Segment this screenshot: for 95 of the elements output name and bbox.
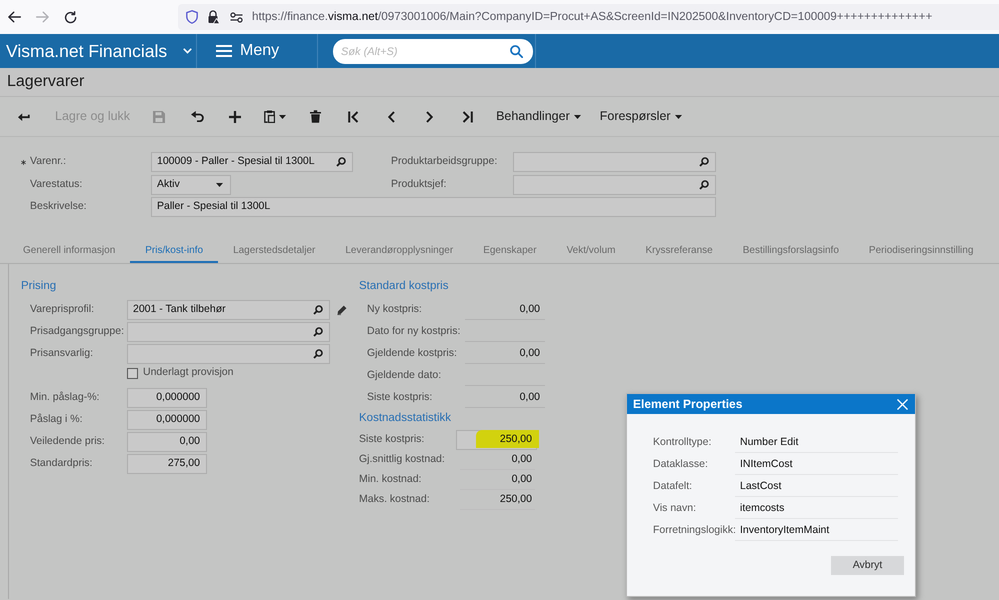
back-arrow-icon bbox=[8, 11, 20, 23]
forward-arrow-icon bbox=[36, 11, 48, 23]
property-value: LastCost bbox=[735, 477, 898, 497]
text-field[interactable]: Paller - Spesial til 1300L bbox=[151, 197, 716, 217]
field-label: Siste kostpris: bbox=[359, 432, 426, 448]
field-label: Varestatus: bbox=[30, 176, 82, 192]
search-field[interactable]: Søk (Alt+S) bbox=[333, 39, 533, 64]
search-icon[interactable] bbox=[699, 157, 709, 167]
permissions-icon[interactable] bbox=[230, 12, 243, 22]
first-page-icon bbox=[348, 110, 359, 122]
lookup-field[interactable] bbox=[127, 344, 330, 364]
field-label: Gjeldende dato: bbox=[366, 368, 442, 384]
field-label: Varenr.: bbox=[30, 154, 66, 170]
lookup-field[interactable]: 100009 - Paller - Spesial til 1300L bbox=[151, 152, 353, 172]
field-label: Prisansvarlig: bbox=[29, 346, 94, 362]
number-field[interactable]: 0,000000 bbox=[127, 388, 207, 408]
lookup-field[interactable] bbox=[127, 322, 330, 342]
clipboard-icon bbox=[264, 110, 276, 123]
search-icon[interactable] bbox=[336, 157, 346, 167]
readonly-field: 0,00 bbox=[460, 470, 535, 490]
field-label: Dato for ny kostpris: bbox=[366, 324, 462, 340]
field-label: Påslag i %: bbox=[29, 412, 84, 428]
number-field[interactable]: 275,00 bbox=[127, 454, 207, 474]
property-value: Number Edit bbox=[735, 433, 898, 453]
section-title: Kostnadsstatistikk bbox=[359, 411, 452, 426]
property-label: Vis navn: bbox=[653, 501, 697, 516]
section-title: Standard kostpris bbox=[359, 279, 450, 294]
field-label: Min. kostnad: bbox=[359, 472, 422, 488]
pencil-icon[interactable] bbox=[337, 305, 347, 315]
close-icon bbox=[897, 398, 908, 410]
readonly-field: 0,00 bbox=[465, 388, 545, 408]
status-select[interactable]: Aktiv bbox=[151, 174, 231, 194]
caret-icon bbox=[574, 114, 581, 118]
page-title: Lagervarer bbox=[7, 72, 84, 92]
number-field[interactable]: 0,00 bbox=[127, 432, 207, 452]
chevron-down-icon bbox=[183, 48, 192, 54]
number-field[interactable]: 250,00 bbox=[456, 430, 537, 450]
url-text[interactable]: https://finance.visma.net/0973001006/Main?CompanyID=Procut+AS&ScreenId=IN202500&InventoryCD=100009++++++++++++++ bbox=[252, 8, 932, 26]
property-value: INItemCost bbox=[735, 455, 898, 475]
search-icon[interactable] bbox=[313, 349, 323, 359]
lock-warning-icon[interactable] bbox=[207, 10, 220, 24]
dropdown-menu-button[interactable]: Behandlinger bbox=[486, 102, 590, 132]
search-icon[interactable] bbox=[510, 44, 523, 58]
field-label: Siste kostpris: bbox=[366, 390, 434, 406]
field-label: Veiledende pris: bbox=[29, 434, 106, 450]
lookup-field[interactable] bbox=[513, 174, 716, 194]
save-icon bbox=[153, 110, 166, 122]
field-label: Min. påslag-%: bbox=[29, 390, 100, 406]
shield-icon[interactable] bbox=[186, 10, 198, 24]
readonly-field: 0,00 bbox=[465, 344, 545, 364]
dropdown-menu-button[interactable]: Forespørsler bbox=[590, 102, 691, 132]
reload-icon bbox=[64, 10, 76, 24]
search-icon[interactable] bbox=[313, 327, 323, 337]
undo-icon bbox=[190, 111, 204, 122]
address-bar[interactable]: https://finance.visma.net/0973001006/Main?CompanyID=Procut+AS&ScreenId=IN202500&InventoryCD=100009++++++++++++++ bbox=[178, 4, 999, 30]
section-title: Prising bbox=[21, 279, 58, 294]
field-label: Prisadgangsgruppe: bbox=[29, 324, 125, 340]
caret-icon bbox=[216, 182, 223, 186]
cancel-button[interactable]: Avbryt bbox=[831, 556, 904, 575]
readonly-field: 0,00 bbox=[460, 450, 535, 470]
chevron-right-icon bbox=[426, 110, 433, 122]
property-label: Kontrolltype: bbox=[653, 435, 712, 450]
property-value: InventoryItemMaint bbox=[735, 521, 898, 541]
field-label: Beskrivelse: bbox=[30, 199, 87, 214]
caret-icon bbox=[674, 114, 682, 118]
readonly-field: 0,00 bbox=[465, 300, 545, 320]
property-label: Dataklasse: bbox=[653, 457, 709, 472]
property-label: Forretningslogikk: bbox=[653, 523, 735, 538]
menu-icon bbox=[216, 45, 232, 57]
dialog-title: Element Properties bbox=[633, 396, 742, 413]
caret-icon bbox=[279, 114, 286, 118]
checkbox[interactable] bbox=[127, 368, 138, 378]
chevron-left-icon bbox=[388, 110, 395, 122]
field-label: Gjeldende kostpris: bbox=[366, 346, 458, 362]
field-label: Gj.snittlig kostnad: bbox=[359, 452, 446, 468]
close-button[interactable] bbox=[896, 398, 909, 410]
plus-icon bbox=[229, 110, 242, 122]
trash-icon bbox=[310, 110, 321, 123]
field-label: Underlagt provisjon bbox=[143, 365, 234, 380]
last-page-icon bbox=[462, 110, 473, 122]
property-value: itemcosts bbox=[735, 499, 898, 519]
field-label: Produktarbeidsgruppe: bbox=[391, 154, 498, 170]
field-label: Vareprisprofil: bbox=[29, 302, 95, 318]
back-arrow-icon bbox=[18, 112, 30, 121]
field-label: Produktsjef: bbox=[391, 176, 446, 192]
field-label: Ny kostpris: bbox=[366, 302, 423, 318]
search-icon[interactable] bbox=[699, 180, 709, 190]
number-field[interactable]: 0,000000 bbox=[127, 410, 207, 430]
field-label: Standardpris: bbox=[29, 456, 94, 472]
lookup-field[interactable]: 2001 - Tank tilbehør bbox=[127, 300, 330, 320]
search-icon[interactable] bbox=[313, 305, 323, 315]
readonly-field: 250,00 bbox=[460, 490, 535, 510]
lookup-field[interactable] bbox=[513, 152, 716, 172]
field-label: Maks. kostnad: bbox=[359, 492, 431, 508]
property-label: Datafelt: bbox=[653, 479, 694, 494]
